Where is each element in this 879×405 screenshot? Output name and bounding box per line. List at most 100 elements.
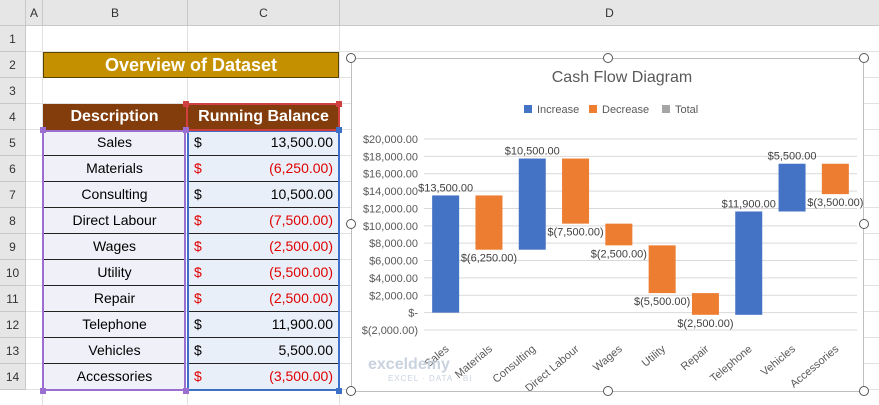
cell-running-balance[interactable]: $ (3,500.00) [188,364,339,390]
row-header[interactable]: 6 [0,156,26,182]
watermark-tagline: EXCEL · DATA · BI [388,374,473,383]
x-tick-label: Telephone [708,343,755,385]
bar-materials [475,195,503,250]
x-tick-label: Wages [591,343,625,374]
legend-label-total: Total [675,104,698,116]
cell-running-balance[interactable]: $5,500.00 [188,338,339,364]
chart-resize-handle[interactable] [603,53,613,63]
currency-symbol: $ [194,212,202,228]
cell-running-balance[interactable]: $ (6,250.00) [188,156,339,182]
column-header-b[interactable]: B [43,0,188,26]
data-label: $5,500.00 [768,151,817,163]
row-header[interactable]: 5 [0,130,26,156]
x-tick-label: Repair [679,343,712,373]
header-description[interactable]: Description [43,104,186,130]
cell-description[interactable]: Direct Labour [43,208,186,234]
cell-description[interactable]: Utility [43,260,186,286]
cell-description[interactable]: Wages [43,234,186,260]
gridline [339,26,340,405]
y-tick-label: $10,000.00 [363,221,418,233]
amount-value: (2,500.00) [269,290,333,306]
range-handle[interactable] [183,388,189,394]
cell-running-balance[interactable]: $13,500.00 [188,130,339,156]
data-label: $(3,500.00) [807,197,863,209]
currency-symbol: $ [194,368,202,384]
range-handle[interactable] [40,388,46,394]
cash-flow-chart[interactable]: Cash Flow Diagram Increase Decrease Total $2… [351,58,864,395]
select-all-corner[interactable] [0,0,26,26]
row-header[interactable]: 8 [0,208,26,234]
cell-description[interactable]: Accessories [43,364,186,390]
cell-description[interactable]: Sales [43,130,186,156]
column-header-c[interactable]: C [188,0,340,26]
amount-value: 10,500.00 [270,186,333,202]
row-header[interactable]: 13 [0,338,26,364]
currency-symbol: $ [194,160,202,176]
cell-running-balance[interactable]: $ (2,500.00) [188,234,339,260]
row-header[interactable]: 14 [0,364,26,390]
y-tick-label: $12,000.00 [363,203,418,215]
y-tick-label: $2,000.00 [369,290,418,302]
x-tick-label: Utility [640,343,669,370]
range-handle[interactable] [336,101,342,107]
dataset-title[interactable]: Overview of Dataset [43,52,339,78]
y-tick-label: $14,000.00 [363,186,418,198]
data-label: $(6,250.00) [461,253,517,265]
currency-symbol: $ [194,290,202,306]
watermark-brand: exceldemy [368,356,450,373]
chart-resize-handle[interactable] [346,219,356,229]
currency-symbol: $ [194,186,202,202]
column-header-d[interactable]: D [340,0,879,26]
row-header[interactable]: 1 [0,26,26,52]
cell-description[interactable]: Consulting [43,182,186,208]
cell-description[interactable]: Materials [43,156,186,182]
chart-resize-handle[interactable] [859,386,869,396]
chart-resize-handle[interactable] [346,386,356,396]
data-label: $13,500.00 [418,182,473,194]
range-handle[interactable] [336,127,342,133]
legend-swatch-total [662,105,670,113]
chart-canvas: Cash Flow Diagram Increase Decrease Total $2… [362,69,864,395]
y-tick-label: $16,000.00 [363,169,418,181]
cell-running-balance[interactable]: $ (2,500.00) [188,286,339,312]
header-running-balance[interactable]: Running Balance [188,104,339,130]
cell-running-balance[interactable]: $ (7,500.00) [188,208,339,234]
legend-swatch-increase [524,105,532,113]
amount-value: 13,500.00 [270,134,333,150]
row-header[interactable]: 3 [0,78,26,104]
data-label: $(7,500.00) [547,227,603,239]
amount-value: (3,500.00) [269,368,333,384]
row-header[interactable]: 4 [0,104,26,130]
range-handle[interactable] [40,127,46,133]
range-handle[interactable] [183,127,189,133]
cell-description[interactable]: Vehicles [43,338,186,364]
chart-resize-handle[interactable] [603,386,613,396]
row-header[interactable]: 9 [0,234,26,260]
chart-resize-handle[interactable] [859,53,869,63]
currency-symbol: $ [194,316,202,332]
y-tick-label: $8,000.00 [369,238,418,250]
currency-symbol: $ [194,238,202,254]
legend-label-increase: Increase [537,104,579,116]
bar-direct-labour [562,158,590,224]
y-tick-label: $(2,000.00) [362,325,418,337]
chart-title: Cash Flow Diagram [552,69,692,86]
range-handle[interactable] [336,388,342,394]
cell-description[interactable]: Telephone [43,312,186,338]
y-tick-label: $6,000.00 [369,256,418,268]
currency-symbol: $ [194,264,202,280]
chart-resize-handle[interactable] [346,53,356,63]
row-header[interactable]: 10 [0,260,26,286]
bar-wages [605,223,633,246]
cell-running-balance[interactable]: $10,500.00 [188,182,339,208]
row-header[interactable]: 7 [0,182,26,208]
column-header-a[interactable]: A [26,0,43,26]
cell-running-balance[interactable]: $11,900.00 [188,312,339,338]
row-header[interactable]: 12 [0,312,26,338]
cell-running-balance[interactable]: $ (5,500.00) [188,260,339,286]
row-header[interactable]: 2 [0,52,26,78]
row-header[interactable]: 11 [0,286,26,312]
cell-description[interactable]: Repair [43,286,186,312]
chart-resize-handle[interactable] [859,219,869,229]
range-handle[interactable] [183,101,189,107]
